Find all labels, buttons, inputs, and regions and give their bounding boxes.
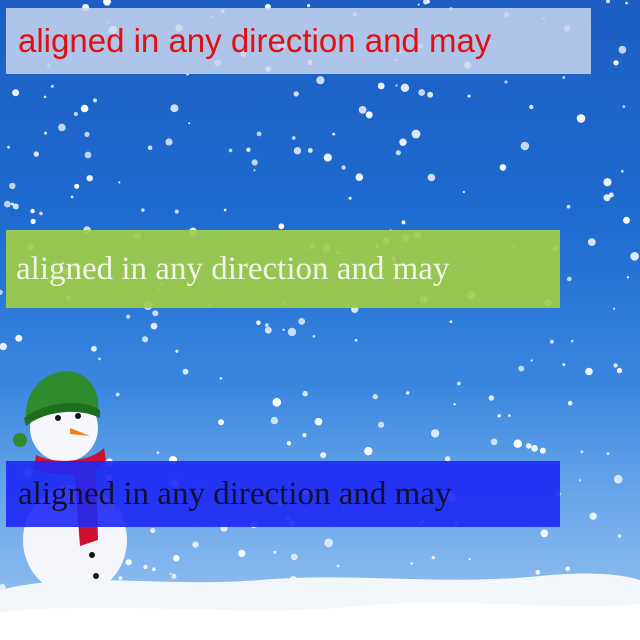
- snowman-and-ground: [0, 371, 640, 640]
- snowman-eye-left: [55, 415, 61, 421]
- winter-scene: aligned in any direction and may aligned…: [0, 0, 640, 640]
- snowman-eye-right: [75, 413, 81, 419]
- snowman-button: [89, 552, 95, 558]
- caption-banner-blue: aligned in any direction and may: [6, 461, 560, 527]
- snowman-button: [93, 573, 99, 579]
- caption-banner-red: aligned in any direction and may: [6, 8, 591, 74]
- caption-banner-green: aligned in any direction and may: [6, 230, 560, 308]
- caption-text: aligned in any direction and may: [18, 475, 452, 512]
- caption-text: aligned in any direction and may: [18, 22, 492, 59]
- caption-text: aligned in any direction and may: [16, 250, 450, 287]
- snowman-hat-pompom: [13, 433, 27, 447]
